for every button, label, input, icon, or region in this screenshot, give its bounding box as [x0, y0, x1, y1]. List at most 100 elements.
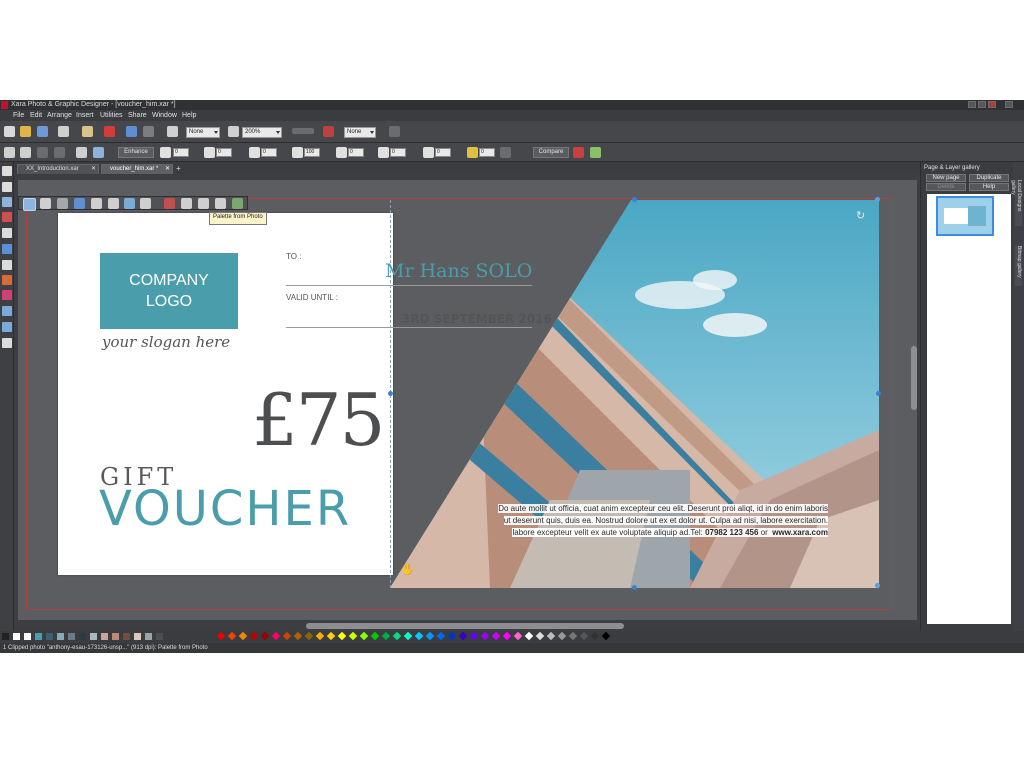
- color-swatch[interactable]: [337, 631, 347, 641]
- color-swatch[interactable]: [601, 631, 611, 641]
- color-swatch[interactable]: [502, 631, 512, 641]
- crop-icon[interactable]: [40, 198, 51, 209]
- selection-handle[interactable]: [632, 585, 637, 590]
- photo-grid-icon[interactable]: [164, 198, 175, 209]
- color-swatch[interactable]: [145, 633, 152, 640]
- menu-insert[interactable]: Insert: [76, 112, 94, 120]
- redo-icon[interactable]: [143, 126, 154, 137]
- rectangle-tool-icon[interactable]: [2, 244, 12, 254]
- color-swatch[interactable]: [13, 633, 20, 640]
- color-swatch[interactable]: [326, 631, 336, 641]
- color-swatch[interactable]: [381, 631, 391, 641]
- new-tab-icon[interactable]: +: [176, 164, 181, 173]
- color-swatch[interactable]: [535, 631, 545, 641]
- color-swatch[interactable]: [469, 631, 479, 641]
- menu-share[interactable]: Share: [128, 112, 147, 120]
- color-swatch[interactable]: [480, 631, 490, 641]
- color-swatch[interactable]: [156, 633, 163, 640]
- fill-tool-icon[interactable]: [2, 275, 12, 285]
- enhance-button[interactable]: Enhance: [118, 147, 154, 158]
- color-swatch[interactable]: [57, 633, 64, 640]
- rotate-icon[interactable]: ↻: [856, 209, 865, 222]
- menu-file[interactable]: File: [13, 112, 24, 120]
- delete-button[interactable]: Delete: [926, 183, 966, 191]
- bitmap-props-icon[interactable]: [181, 198, 192, 209]
- new-icon[interactable]: [4, 126, 15, 137]
- resolution-icon[interactable]: [93, 147, 104, 158]
- color-swatch[interactable]: [579, 631, 589, 641]
- shadows-field[interactable]: 0: [390, 148, 406, 157]
- new-page-button[interactable]: New page: [926, 174, 966, 182]
- color-swatch[interactable]: [403, 631, 413, 641]
- color-swatch[interactable]: [35, 633, 42, 640]
- compare-button[interactable]: Compare: [533, 147, 569, 158]
- temperature-field[interactable]: 100: [304, 148, 320, 157]
- selector-tool-icon[interactable]: [2, 166, 12, 176]
- photo-zoom-icon[interactable]: [76, 147, 87, 158]
- quality-select[interactable]: None: [186, 127, 220, 138]
- color-swatch[interactable]: [425, 631, 435, 641]
- rotate-handle-icon[interactable]: [875, 197, 880, 202]
- selection-handle[interactable]: [388, 391, 393, 396]
- color-swatch[interactable]: [546, 631, 556, 641]
- clone-icon[interactable]: [57, 198, 68, 209]
- doc-close-icon[interactable]: [1005, 101, 1013, 108]
- zoom-select[interactable]: 200%: [242, 127, 282, 138]
- color-swatch[interactable]: [370, 631, 380, 641]
- levels-icon[interactable]: [500, 147, 511, 158]
- selection-handle[interactable]: [632, 197, 637, 202]
- colour-palette[interactable]: [0, 631, 1024, 642]
- page-list[interactable]: [927, 194, 1011, 624]
- color-swatch[interactable]: [458, 631, 468, 641]
- apply-icon[interactable]: [590, 147, 601, 158]
- eraser-tool-icon[interactable]: [2, 212, 12, 222]
- minimize-icon[interactable]: [968, 101, 976, 108]
- prev-icon[interactable]: [37, 147, 48, 158]
- rotate-right-icon[interactable]: [20, 147, 31, 158]
- color-field[interactable]: 0: [479, 148, 495, 157]
- photo-tool-icon[interactable]: [2, 197, 12, 207]
- close-icon[interactable]: [988, 101, 996, 108]
- paste-icon[interactable]: [82, 126, 93, 137]
- menu-edit[interactable]: Edit: [30, 112, 42, 120]
- color-swatch[interactable]: [414, 631, 424, 641]
- color-swatch[interactable]: [112, 633, 119, 640]
- menu-help[interactable]: Help: [182, 112, 196, 120]
- zoom-icon[interactable]: [228, 126, 239, 137]
- duplicate-button[interactable]: Duplicate: [969, 174, 1009, 182]
- rotate-left-icon[interactable]: [4, 147, 15, 158]
- highlights-field[interactable]: 0: [435, 148, 451, 157]
- brightness-field[interactable]: 0: [173, 148, 189, 157]
- color-swatch[interactable]: [249, 631, 259, 641]
- help-button[interactable]: Help: [969, 183, 1009, 191]
- color-swatch[interactable]: [392, 631, 402, 641]
- color-swatch[interactable]: [315, 631, 325, 641]
- feather-select[interactable]: None: [344, 127, 376, 138]
- trace-icon[interactable]: [198, 198, 209, 209]
- transform-icon[interactable]: [167, 126, 178, 137]
- color-swatch[interactable]: [491, 631, 501, 641]
- menu-arrange[interactable]: Arrange: [47, 112, 72, 120]
- tab-voucher[interactable]: voucher_him.xar * ✕: [101, 164, 173, 174]
- brush-icon[interactable]: [91, 198, 102, 209]
- color-swatch[interactable]: [359, 631, 369, 641]
- tab-introduction[interactable]: XX_Introduction.xar ✕: [17, 164, 99, 174]
- horizontal-scrollbar[interactable]: [306, 623, 624, 629]
- color-swatch[interactable]: [447, 631, 457, 641]
- local-designs-tab[interactable]: Local Designs gallery: [1010, 180, 1022, 226]
- color-swatch[interactable]: [68, 633, 75, 640]
- sharpen-field[interactable]: 0: [348, 148, 364, 157]
- undo-enhance-icon[interactable]: [573, 147, 584, 158]
- restore-icon[interactable]: [978, 101, 986, 108]
- color-swatch[interactable]: [260, 631, 270, 641]
- transparency-tool-icon[interactable]: [2, 290, 12, 300]
- saturation-field[interactable]: 0: [261, 148, 277, 157]
- color-swatch[interactable]: [238, 631, 248, 641]
- red-eye-icon[interactable]: [108, 198, 119, 209]
- color-swatch[interactable]: [590, 631, 600, 641]
- color-swatch[interactable]: [568, 631, 578, 641]
- menu-utilities[interactable]: Utilities: [100, 112, 123, 120]
- color-swatch[interactable]: [436, 631, 446, 641]
- color-swatch[interactable]: [513, 631, 523, 641]
- color-swatch[interactable]: [79, 633, 86, 640]
